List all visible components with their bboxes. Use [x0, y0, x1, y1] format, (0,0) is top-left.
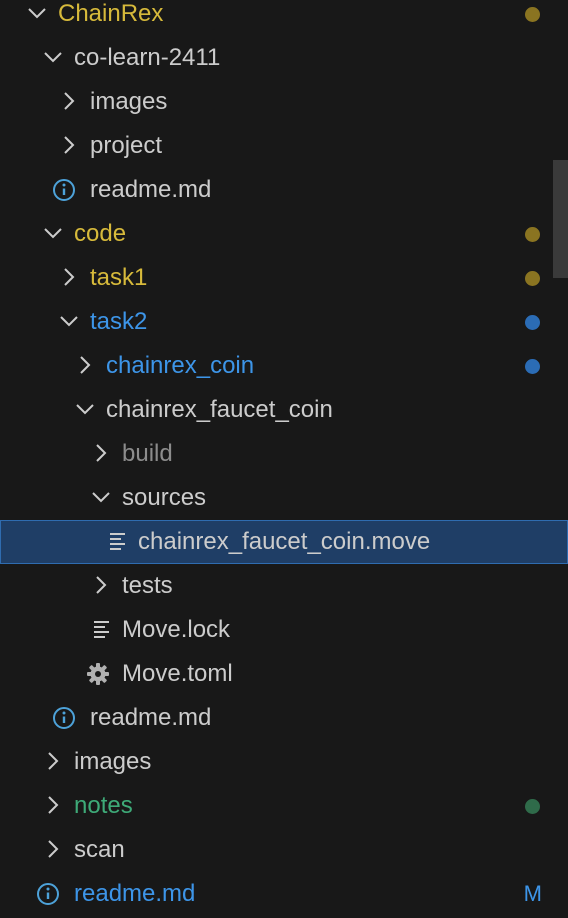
tree-item-readme[interactable]: readme.md M	[0, 872, 568, 916]
modified-dot-icon	[525, 227, 540, 242]
tree-item-chainrex-coin[interactable]: chainrex_coin	[0, 344, 568, 388]
tree-item-images[interactable]: images	[0, 80, 568, 124]
chevron-down-icon[interactable]	[74, 388, 98, 432]
chevron-down-icon[interactable]	[42, 36, 66, 80]
chevron-down-icon[interactable]	[58, 300, 82, 344]
tree-item-readme[interactable]: readme.md	[0, 168, 568, 212]
tree-item-label: images	[90, 88, 168, 115]
tree-item-chainrex[interactable]: ChainRex	[0, 0, 568, 36]
tree-item-label: sources	[122, 484, 207, 511]
chevron-right-icon[interactable]	[90, 432, 114, 476]
chevron-right-icon[interactable]	[58, 256, 82, 300]
modified-dot-icon	[525, 271, 540, 286]
info-icon	[52, 696, 76, 740]
tree-item-move-lock[interactable]: Move.lock	[0, 608, 568, 652]
tree-item-scan[interactable]: scan	[0, 828, 568, 872]
modified-dot-icon	[525, 7, 540, 22]
gear-icon	[86, 652, 110, 696]
chevron-right-icon[interactable]	[58, 80, 82, 124]
tree-item-label: task2	[90, 308, 148, 335]
tree-item-task1[interactable]: task1	[0, 256, 568, 300]
tree-item-chainrex-faucet-coin[interactable]: chainrex_faucet_coin	[0, 388, 568, 432]
tree-item-label: readme.md	[90, 176, 212, 203]
tree-item-label: notes	[74, 792, 133, 819]
chevron-right-icon[interactable]	[90, 564, 114, 608]
chevron-down-icon[interactable]	[90, 476, 114, 520]
tree-item-images[interactable]: images	[0, 740, 568, 784]
tree-item-notes[interactable]: notes	[0, 784, 568, 828]
tree-item-label: Move.lock	[122, 616, 231, 643]
modified-badge: M	[523, 881, 542, 906]
chevron-down-icon[interactable]	[26, 0, 50, 36]
chevron-down-icon[interactable]	[42, 212, 66, 256]
tree-item-code[interactable]: code	[0, 212, 568, 256]
tree-item-label: chainrex_coin	[106, 352, 255, 379]
chevron-right-icon[interactable]	[42, 828, 66, 872]
tree-item-project[interactable]: project	[0, 124, 568, 168]
tree-item-readme[interactable]: readme.md	[0, 696, 568, 740]
tree-item-build[interactable]: build	[0, 432, 568, 476]
untracked-dot-icon	[525, 315, 540, 330]
tree-item-chainrex-faucet-coin-move[interactable]: chainrex_faucet_coin.move	[0, 520, 568, 564]
tree-item-label: chainrex_faucet_coin.move	[138, 528, 431, 555]
tree-item-label: Move.toml	[122, 660, 233, 687]
tree-item-label: build	[122, 440, 173, 467]
tree-item-task2[interactable]: task2	[0, 300, 568, 344]
chevron-right-icon[interactable]	[42, 784, 66, 828]
tree-item-label: ChainRex	[58, 0, 164, 27]
info-icon	[52, 168, 76, 212]
chevron-right-icon[interactable]	[42, 740, 66, 784]
chevron-right-icon[interactable]	[58, 124, 82, 168]
tree-item-label: project	[90, 132, 163, 159]
tree-item-label: images	[74, 748, 152, 775]
added-dot-icon	[525, 799, 540, 814]
tree-item-label: task1	[90, 264, 148, 291]
tree-item-label: tests	[122, 572, 173, 599]
info-icon	[36, 872, 60, 916]
file-explorer: ChainRex co-learn-2411 images project re…	[0, 0, 568, 918]
tree-item-label: co-learn-2411	[74, 44, 221, 71]
untracked-dot-icon	[525, 359, 540, 374]
tree-item-label: readme.md	[90, 704, 212, 731]
tree-item-tests[interactable]: tests	[0, 564, 568, 608]
text-file-icon	[92, 608, 116, 652]
tree-item-sources[interactable]: sources	[0, 476, 568, 520]
tree-item-co-learn-2411[interactable]: co-learn-2411	[0, 36, 568, 80]
tree-item-label: readme.md	[74, 880, 196, 907]
tree-item-label: code	[74, 220, 127, 247]
text-file-icon	[108, 520, 132, 564]
tree-item-label: chainrex_faucet_coin	[106, 396, 333, 423]
tree-item-label: scan	[74, 836, 125, 863]
tree-item-move-toml[interactable]: Move.toml	[0, 652, 568, 696]
scrollbar-thumb[interactable]	[553, 160, 568, 278]
chevron-right-icon[interactable]	[74, 344, 98, 388]
